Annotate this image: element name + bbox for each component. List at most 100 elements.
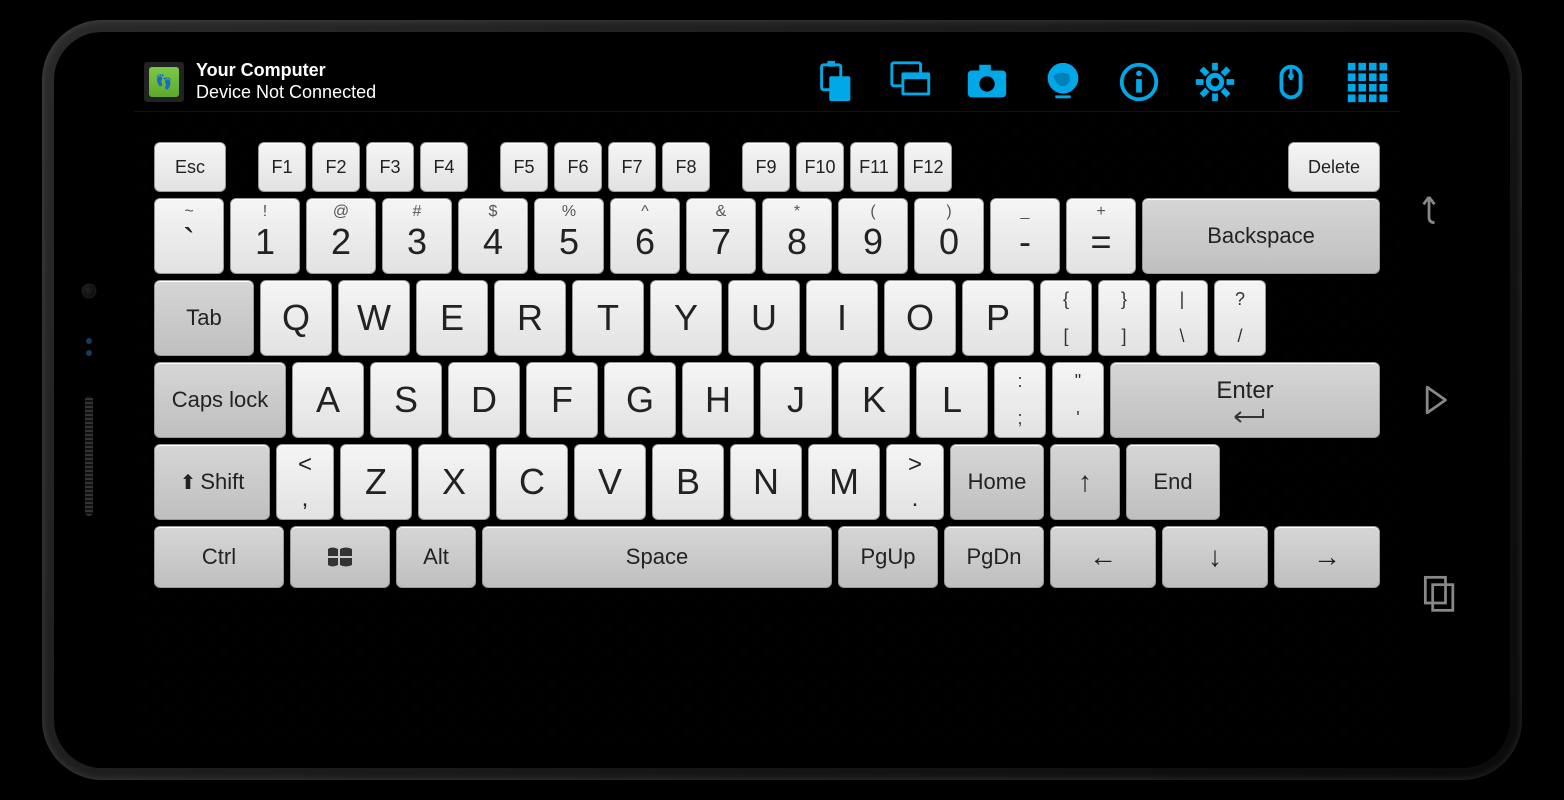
home-button[interactable] <box>1418 378 1462 422</box>
key-esc[interactable]: Esc <box>154 142 226 192</box>
key-slash[interactable]: ?/ <box>1214 280 1266 356</box>
key-e[interactable]: E <box>416 280 488 356</box>
key-y[interactable]: Y <box>650 280 722 356</box>
key-f12[interactable]: F12 <box>904 142 952 192</box>
key-rbracket[interactable]: }] <box>1098 280 1150 356</box>
key-q[interactable]: Q <box>260 280 332 356</box>
key-f4[interactable]: F4 <box>420 142 468 192</box>
key-t[interactable]: T <box>572 280 644 356</box>
key-h[interactable]: H <box>682 362 754 438</box>
proximity-sensor <box>86 338 92 356</box>
key-3[interactable]: #3 <box>382 198 452 274</box>
key-m[interactable]: M <box>808 444 880 520</box>
key-x[interactable]: X <box>418 444 490 520</box>
key-s[interactable]: S <box>370 362 442 438</box>
key-z[interactable]: Z <box>340 444 412 520</box>
key-period[interactable]: >. <box>886 444 944 520</box>
key-l[interactable]: L <box>916 362 988 438</box>
key-tab[interactable]: Tab <box>154 280 254 356</box>
front-camera <box>82 284 96 298</box>
key-2[interactable]: @2 <box>306 198 376 274</box>
key-4[interactable]: $4 <box>458 198 528 274</box>
key-equals[interactable]: += <box>1066 198 1136 274</box>
key-8[interactable]: *8 <box>762 198 832 274</box>
key-g[interactable]: G <box>604 362 676 438</box>
settings-icon[interactable] <box>1192 59 1238 105</box>
key-5[interactable]: %5 <box>534 198 604 274</box>
key-up[interactable]: ↑ <box>1050 444 1120 520</box>
key-pgup[interactable]: PgUp <box>838 526 938 588</box>
app-icon <box>144 62 184 102</box>
key-delete[interactable]: Delete <box>1288 142 1380 192</box>
key-6[interactable]: ^6 <box>610 198 680 274</box>
grid-icon[interactable] <box>1344 59 1390 105</box>
key-a[interactable]: A <box>292 362 364 438</box>
key-backspace[interactable]: Backspace <box>1142 198 1380 274</box>
key-left[interactable]: ← <box>1050 526 1156 588</box>
windows-icon[interactable] <box>888 59 934 105</box>
key-ctrl[interactable]: Ctrl <box>154 526 284 588</box>
key-backslash[interactable]: |\ <box>1156 280 1208 356</box>
key-enter[interactable]: Enter <box>1110 362 1380 438</box>
key-1[interactable]: !1 <box>230 198 300 274</box>
key-n[interactable]: N <box>730 444 802 520</box>
key-w[interactable]: W <box>338 280 410 356</box>
key-9[interactable]: (9 <box>838 198 908 274</box>
key-k[interactable]: K <box>838 362 910 438</box>
key-7[interactable]: &7 <box>686 198 756 274</box>
key-p[interactable]: P <box>962 280 1034 356</box>
key-quote[interactable]: "' <box>1052 362 1104 438</box>
key-capslock[interactable]: Caps lock <box>154 362 286 438</box>
key-minus[interactable]: _- <box>990 198 1060 274</box>
back-button[interactable] <box>1418 186 1462 230</box>
number-row: ~` !1 @2 #3 $4 %5 ^6 &7 *8 (9 )0 _- += B… <box>154 198 1380 274</box>
mouse-icon[interactable] <box>1268 59 1314 105</box>
key-home[interactable]: Home <box>950 444 1044 520</box>
key-f5[interactable]: F5 <box>500 142 548 192</box>
key-f6[interactable]: F6 <box>554 142 602 192</box>
key-b[interactable]: B <box>652 444 724 520</box>
globe-icon[interactable] <box>1040 59 1086 105</box>
key-j[interactable]: J <box>760 362 832 438</box>
key-right[interactable]: → <box>1274 526 1380 588</box>
key-f7[interactable]: F7 <box>608 142 656 192</box>
key-0[interactable]: )0 <box>914 198 984 274</box>
key-i[interactable]: I <box>806 280 878 356</box>
key-u[interactable]: U <box>728 280 800 356</box>
key-o[interactable]: O <box>884 280 956 356</box>
key-f8[interactable]: F8 <box>662 142 710 192</box>
key-alt[interactable]: Alt <box>396 526 476 588</box>
key-f9[interactable]: F9 <box>742 142 790 192</box>
info-icon[interactable] <box>1116 59 1162 105</box>
key-pgdn[interactable]: PgDn <box>944 526 1044 588</box>
key-windows[interactable] <box>290 526 390 588</box>
camera-icon[interactable] <box>964 59 1010 105</box>
recent-button[interactable] <box>1418 570 1462 614</box>
key-c[interactable]: C <box>496 444 568 520</box>
key-f2[interactable]: F2 <box>312 142 360 192</box>
earpiece-speaker <box>85 396 93 516</box>
key-lbracket[interactable]: {[ <box>1040 280 1092 356</box>
key-down[interactable]: ↓ <box>1162 526 1268 588</box>
key-end[interactable]: End <box>1126 444 1220 520</box>
key-comma[interactable]: <, <box>276 444 334 520</box>
function-row: Esc F1 F2 F3 F4 F5 F6 F7 F8 F9 F10 F11 F… <box>154 142 1380 192</box>
key-v[interactable]: V <box>574 444 646 520</box>
phone-inner: Your Computer Device Not Connected <box>54 32 1510 768</box>
key-space[interactable]: Space <box>482 526 832 588</box>
shift-arrow-icon: ⬆ <box>180 470 197 495</box>
qwerty-row: Tab Q W E R T Y U I O P {[ }] |\ ?/ <box>154 280 1380 356</box>
enter-arrow-icon <box>1225 407 1265 423</box>
key-d[interactable]: D <box>448 362 520 438</box>
key-f[interactable]: F <box>526 362 598 438</box>
key-shift[interactable]: ⬆Shift <box>154 444 270 520</box>
key-semicolon[interactable]: :; <box>994 362 1046 438</box>
app-title: Your Computer <box>196 60 376 82</box>
key-backtick[interactable]: ~` <box>154 198 224 274</box>
key-r[interactable]: R <box>494 280 566 356</box>
clipboard-icon[interactable] <box>812 59 858 105</box>
key-f11[interactable]: F11 <box>850 142 898 192</box>
key-f10[interactable]: F10 <box>796 142 844 192</box>
key-f3[interactable]: F3 <box>366 142 414 192</box>
key-f1[interactable]: F1 <box>258 142 306 192</box>
